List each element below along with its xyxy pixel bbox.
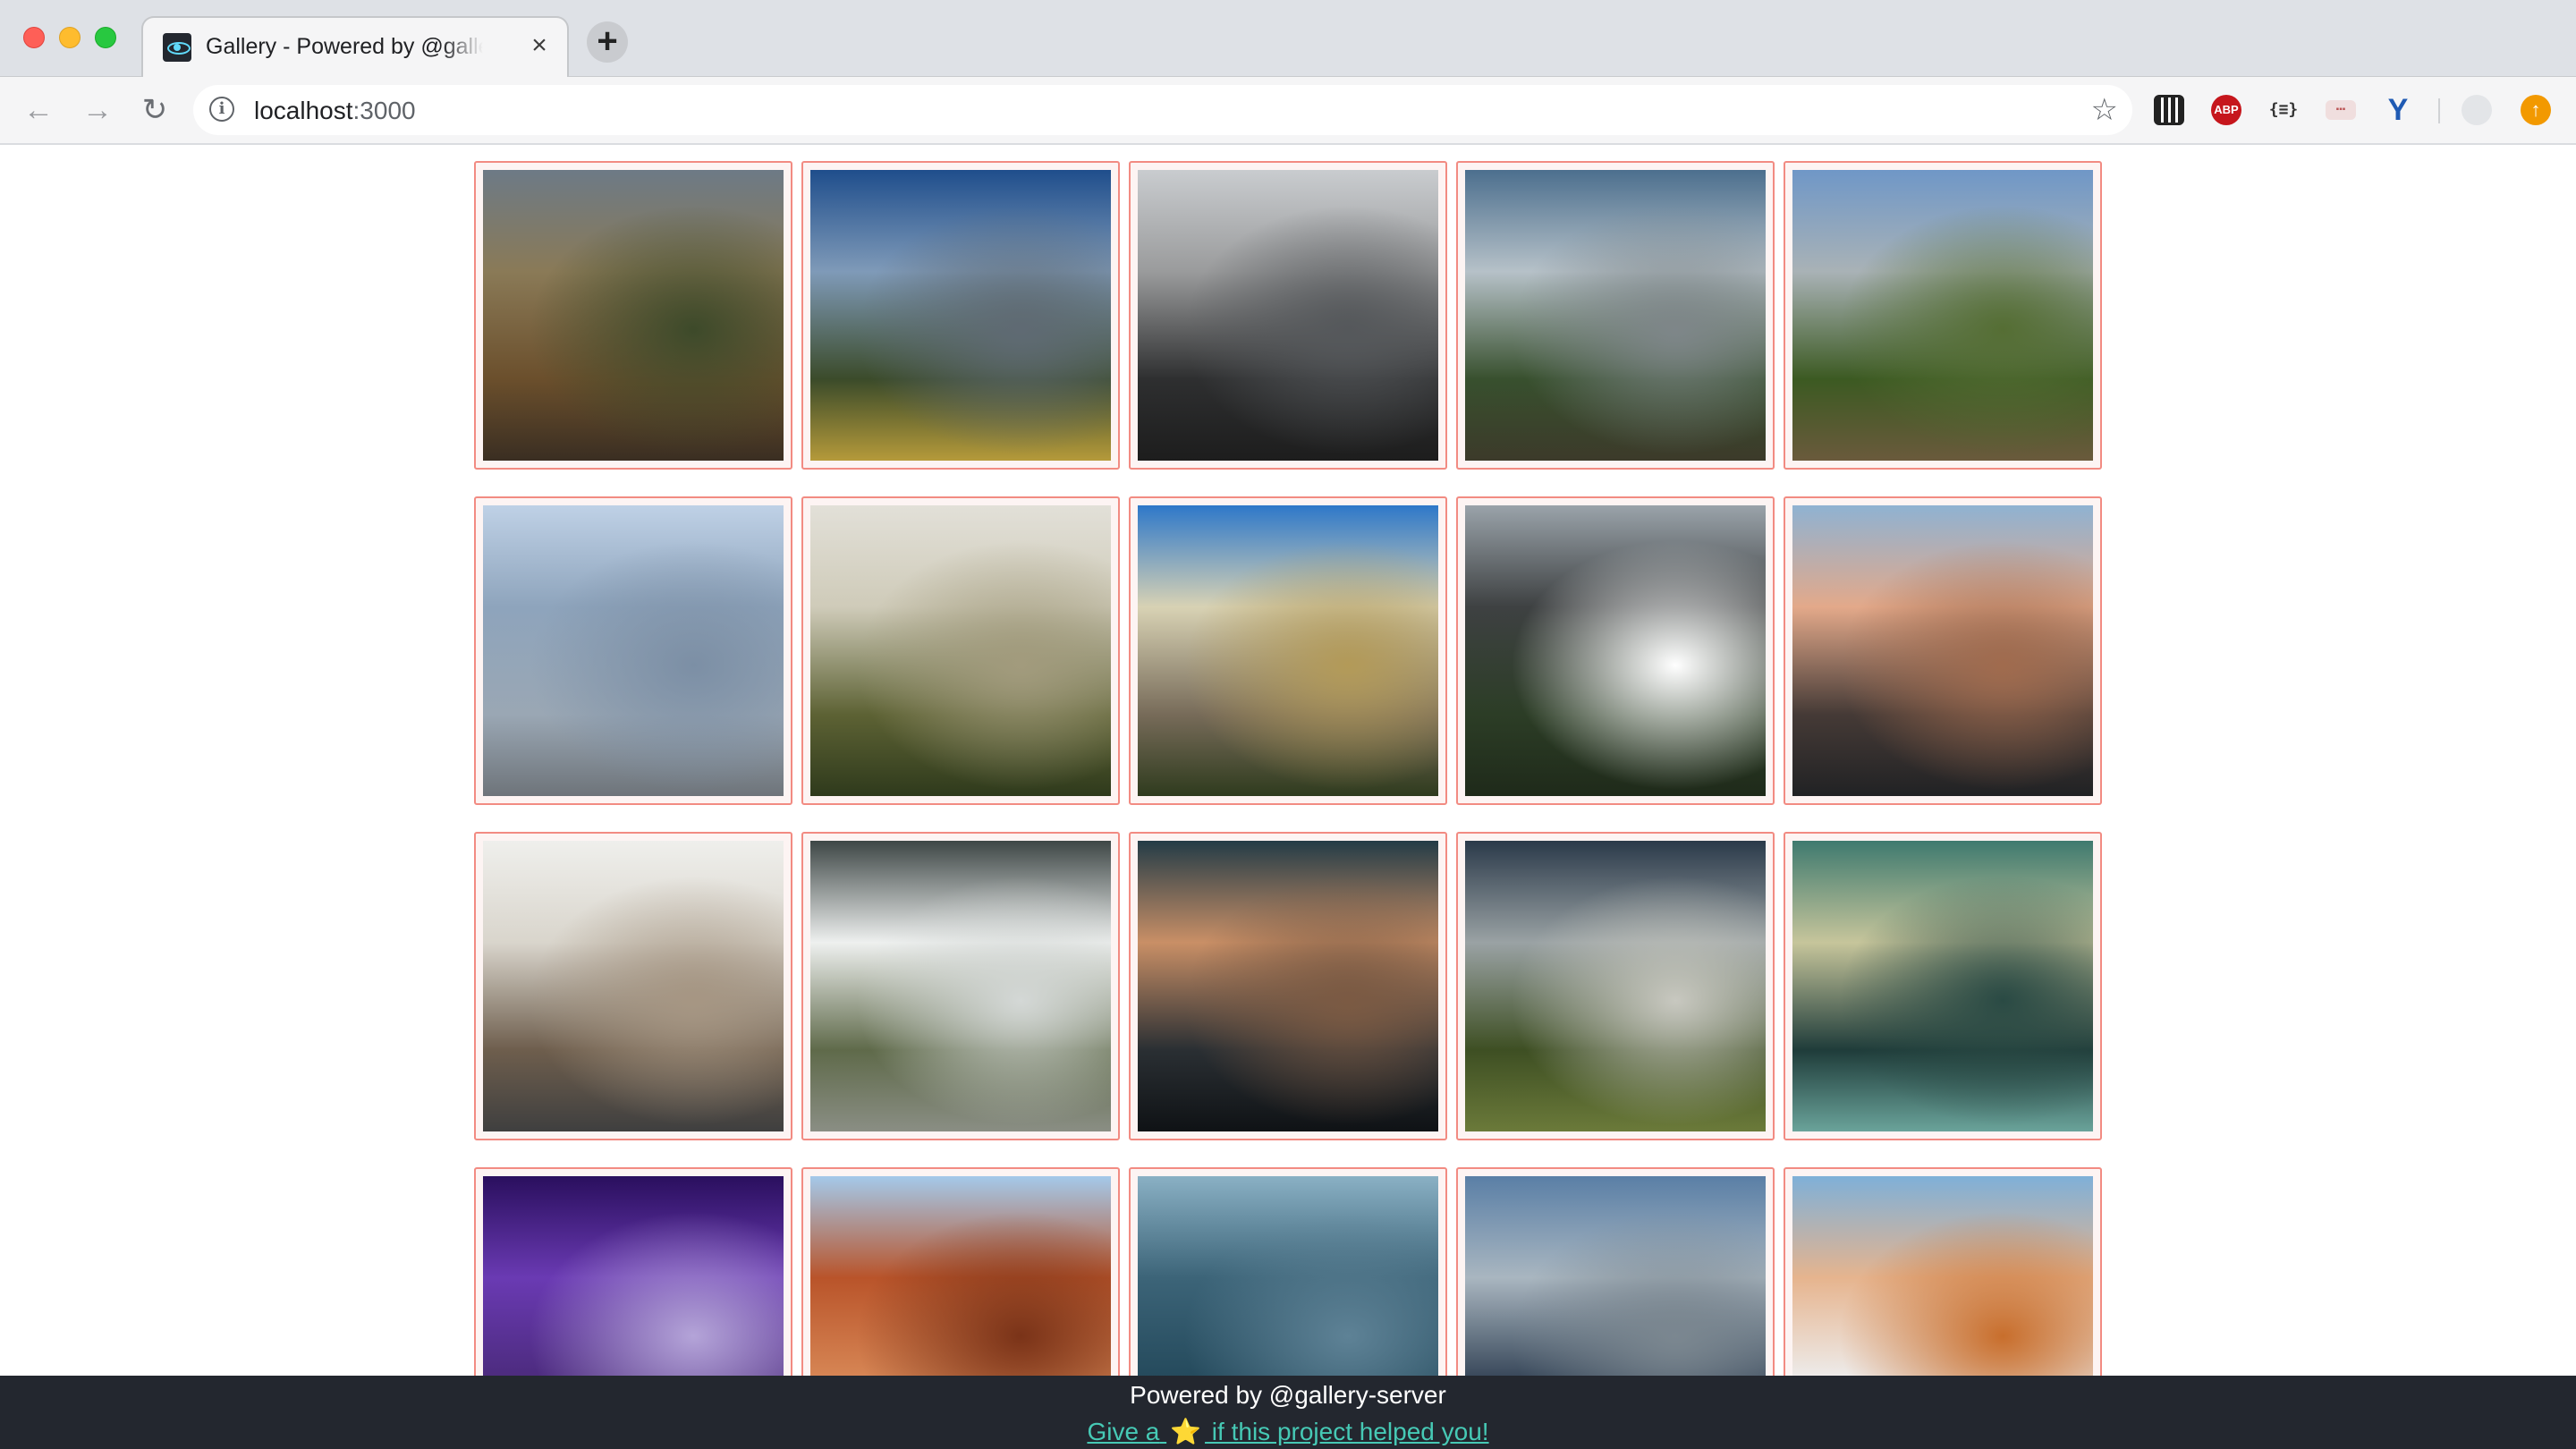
adblock-plus-icon[interactable]: ABP [2211, 95, 2241, 125]
cta-suffix: if this project helped you! [1205, 1418, 1489, 1445]
window-close-button[interactable] [23, 27, 45, 48]
gallery-card[interactable] [801, 832, 1120, 1140]
gallery-photo[interactable] [483, 505, 784, 796]
gallery-photo[interactable] [1138, 1176, 1438, 1376]
site-info-icon[interactable]: i [209, 97, 234, 122]
url-text[interactable]: localhost:3000 [254, 97, 416, 125]
gallery-card[interactable] [1784, 1167, 2102, 1376]
gallery-photo[interactable] [810, 505, 1111, 796]
gallery-photo[interactable] [810, 170, 1111, 461]
gallery-card[interactable] [474, 1167, 792, 1376]
gallery-card[interactable] [1784, 832, 2102, 1140]
browser-tab-bar: Gallery - Powered by @gallery-server × + [0, 0, 2576, 77]
gallery-card[interactable] [1784, 496, 2102, 805]
browser-toolbar: ← → ↻ i localhost:3000 ☆ ABP {≡} ▪▪▪ Y ↑ [0, 77, 2576, 145]
profile-avatar-icon[interactable] [2462, 95, 2492, 125]
forward-arrow-icon[interactable]: → [77, 89, 118, 131]
gallery-photo[interactable] [1138, 841, 1438, 1131]
window-minimize-button[interactable] [59, 27, 80, 48]
gallery-card[interactable] [801, 496, 1120, 805]
address-bar[interactable]: i localhost:3000 ☆ [193, 85, 2132, 135]
footer: Powered by @gallery-server Give a ⭐ if t… [0, 1376, 2576, 1449]
extension-icon[interactable]: ▪▪▪ [2326, 100, 2356, 120]
gallery-card[interactable] [474, 496, 792, 805]
toolbar-separator [2438, 98, 2440, 123]
gallery-card[interactable] [1129, 496, 1447, 805]
gallery-card[interactable] [1129, 1167, 1447, 1376]
gallery-photo[interactable] [810, 1176, 1111, 1376]
gallery-photo[interactable] [1465, 841, 1766, 1131]
gallery-photo[interactable] [1138, 170, 1438, 461]
gallery-photo[interactable] [1792, 841, 2093, 1131]
tab-title: Gallery - Powered by @gallery-server [206, 34, 483, 59]
gallery-card[interactable] [1129, 832, 1447, 1140]
gallery-card[interactable] [801, 161, 1120, 470]
gallery-photo[interactable] [483, 841, 784, 1131]
bookmark-star-icon[interactable]: ☆ [2091, 92, 2118, 128]
gallery-card[interactable] [1456, 1167, 1775, 1376]
browser-tab[interactable]: Gallery - Powered by @gallery-server × [141, 16, 569, 77]
back-arrow-icon[interactable]: ← [18, 89, 59, 131]
gallery-grid [474, 161, 2102, 1376]
gallery-photo[interactable] [1465, 170, 1766, 461]
gallery-photo[interactable] [1792, 1176, 2093, 1376]
gallery-viewport[interactable] [0, 147, 2576, 1376]
react-favicon-icon [163, 33, 191, 62]
url-host: localhost [254, 97, 353, 124]
gallery-photo[interactable] [810, 841, 1111, 1131]
gallery-photo[interactable] [483, 1176, 784, 1376]
window-maximize-button[interactable] [95, 27, 116, 48]
powered-by-text: Powered by @gallery-server [1130, 1381, 1446, 1409]
gallery-photo[interactable] [1792, 505, 2093, 796]
star-icon: ⭐ [1170, 1418, 1202, 1445]
update-icon[interactable]: ↑ [2521, 95, 2551, 125]
gallery-card[interactable] [801, 1167, 1120, 1376]
gallery-card[interactable] [1456, 161, 1775, 470]
gallery-card[interactable] [1456, 496, 1775, 805]
qr-code-icon[interactable] [2154, 95, 2184, 125]
star-project-link[interactable]: Give a ⭐ if this project helped you! [0, 1417, 2576, 1446]
new-tab-button[interactable]: + [587, 21, 628, 63]
gallery-photo[interactable] [1138, 505, 1438, 796]
gallery-card[interactable] [474, 161, 792, 470]
gallery-card[interactable] [1456, 832, 1775, 1140]
url-port: :3000 [352, 97, 416, 124]
cta-prefix: Give a [1087, 1418, 1160, 1445]
close-icon[interactable]: × [524, 30, 555, 61]
gallery-photo[interactable] [1792, 170, 2093, 461]
gallery-photo[interactable] [1465, 505, 1766, 796]
gallery-card[interactable] [1784, 161, 2102, 470]
json-viewer-icon[interactable]: {≡} [2268, 95, 2299, 125]
gallery-card[interactable] [474, 832, 792, 1140]
yoast-icon[interactable]: Y [2383, 95, 2413, 125]
gallery-photo[interactable] [483, 170, 784, 461]
gallery-card[interactable] [1129, 161, 1447, 470]
reload-icon[interactable]: ↻ [134, 89, 175, 131]
gallery-photo[interactable] [1465, 1176, 1766, 1376]
